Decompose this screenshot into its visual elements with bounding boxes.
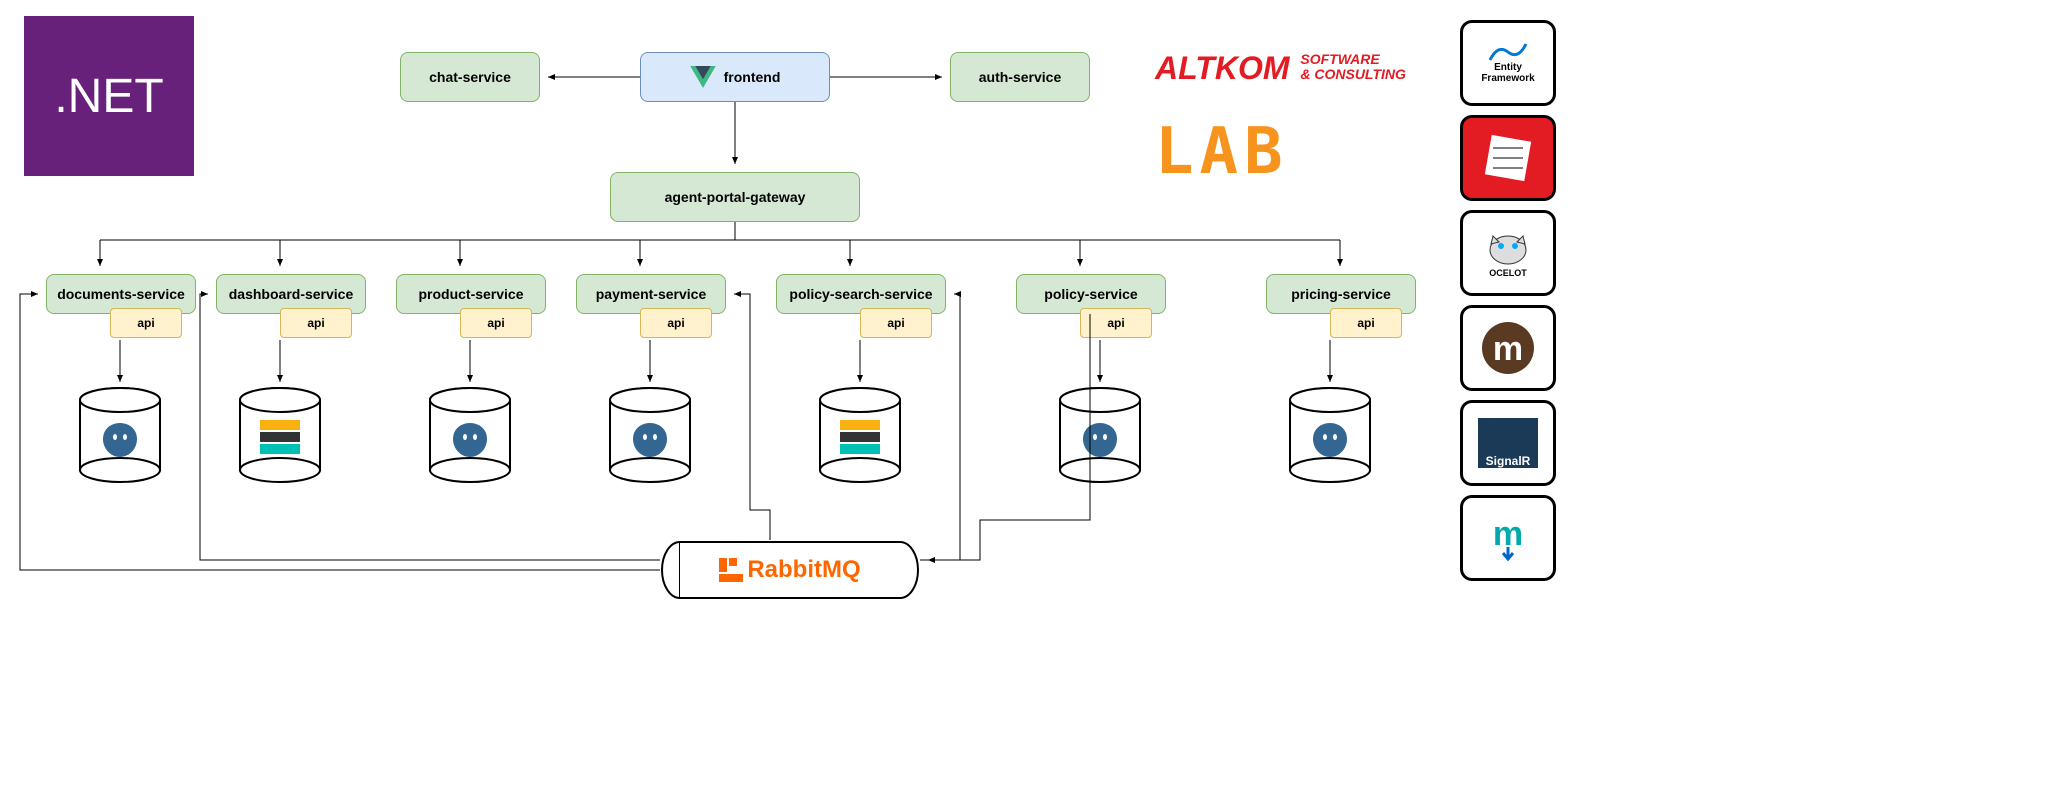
- dotnet-label: .NET: [54, 69, 163, 124]
- ef-top: Entity: [1494, 62, 1522, 73]
- altkom-main: ALTKOM: [1155, 50, 1289, 86]
- label-policy: policy-service: [1044, 286, 1137, 302]
- tech-ocelot: OCELOT: [1460, 210, 1556, 296]
- rabbitmq-icon: [719, 558, 743, 582]
- node-gateway: agent-portal-gateway: [610, 172, 860, 222]
- tech-nhibernate: [1460, 115, 1556, 201]
- mediatr-icon: m: [1483, 513, 1533, 563]
- ocelot-icon: [1483, 228, 1533, 268]
- rabbitmq-bus: RabbitMQ: [660, 540, 920, 600]
- label-product: product-service: [418, 286, 523, 302]
- label-auth: auth-service: [979, 69, 1061, 85]
- altkom-logo: ALTKOM SOFTWARE & CONSULTING: [1155, 52, 1406, 84]
- db-policy: [1050, 385, 1150, 490]
- nhibernate-icon: [1483, 133, 1533, 183]
- rabbitmq-label: RabbitMQ: [747, 556, 860, 584]
- api-pricing: api: [1330, 308, 1402, 338]
- altkom-sub2: & CONSULTING: [1300, 67, 1406, 82]
- api-product: api: [460, 308, 532, 338]
- db-product: [420, 385, 520, 490]
- tech-entity-framework: Entity Framework: [1460, 20, 1556, 106]
- vue-icon: [690, 66, 716, 88]
- label-payment: payment-service: [596, 286, 707, 302]
- db-dashboard: [230, 385, 330, 490]
- tech-marten: m: [1460, 305, 1556, 391]
- api-policy-search: api: [860, 308, 932, 338]
- architecture-diagram: .NET chat-service frontend auth-service …: [0, 0, 2052, 798]
- tech-signalr: SignalR: [1460, 400, 1556, 486]
- api-documents: api: [110, 308, 182, 338]
- api-policy: api: [1080, 308, 1152, 338]
- api-payment: api: [640, 308, 712, 338]
- altkom-sub1: SOFTWARE: [1300, 52, 1406, 67]
- ef-icon: [1488, 42, 1528, 62]
- label-gateway: agent-portal-gateway: [665, 189, 806, 205]
- dotnet-badge: .NET: [24, 16, 194, 176]
- label-frontend: frontend: [724, 69, 781, 85]
- api-dashboard: api: [280, 308, 352, 338]
- marten-icon: m: [1478, 318, 1538, 378]
- label-documents: documents-service: [57, 286, 185, 302]
- db-pricing: [1280, 385, 1380, 490]
- svg-text:m: m: [1493, 330, 1523, 368]
- tech-mediatr: m: [1460, 495, 1556, 581]
- db-payment: [600, 385, 700, 490]
- signalr-text: SignalR: [1486, 454, 1531, 468]
- lab-text: LAB: [1155, 115, 1289, 189]
- node-frontend: frontend: [640, 52, 830, 102]
- label-pricing: pricing-service: [1291, 286, 1391, 302]
- label-chat: chat-service: [429, 69, 511, 85]
- ocelot-text: OCELOT: [1489, 268, 1527, 278]
- ef-bottom: Framework: [1481, 73, 1534, 84]
- db-policy-search: [810, 385, 910, 490]
- label-dashboard: dashboard-service: [229, 286, 354, 302]
- lab-logo: LAB: [1155, 120, 1289, 184]
- db-documents: [70, 385, 170, 490]
- node-chat-service: chat-service: [400, 52, 540, 102]
- label-policy-search: policy-search-service: [789, 286, 932, 302]
- node-auth-service: auth-service: [950, 52, 1090, 102]
